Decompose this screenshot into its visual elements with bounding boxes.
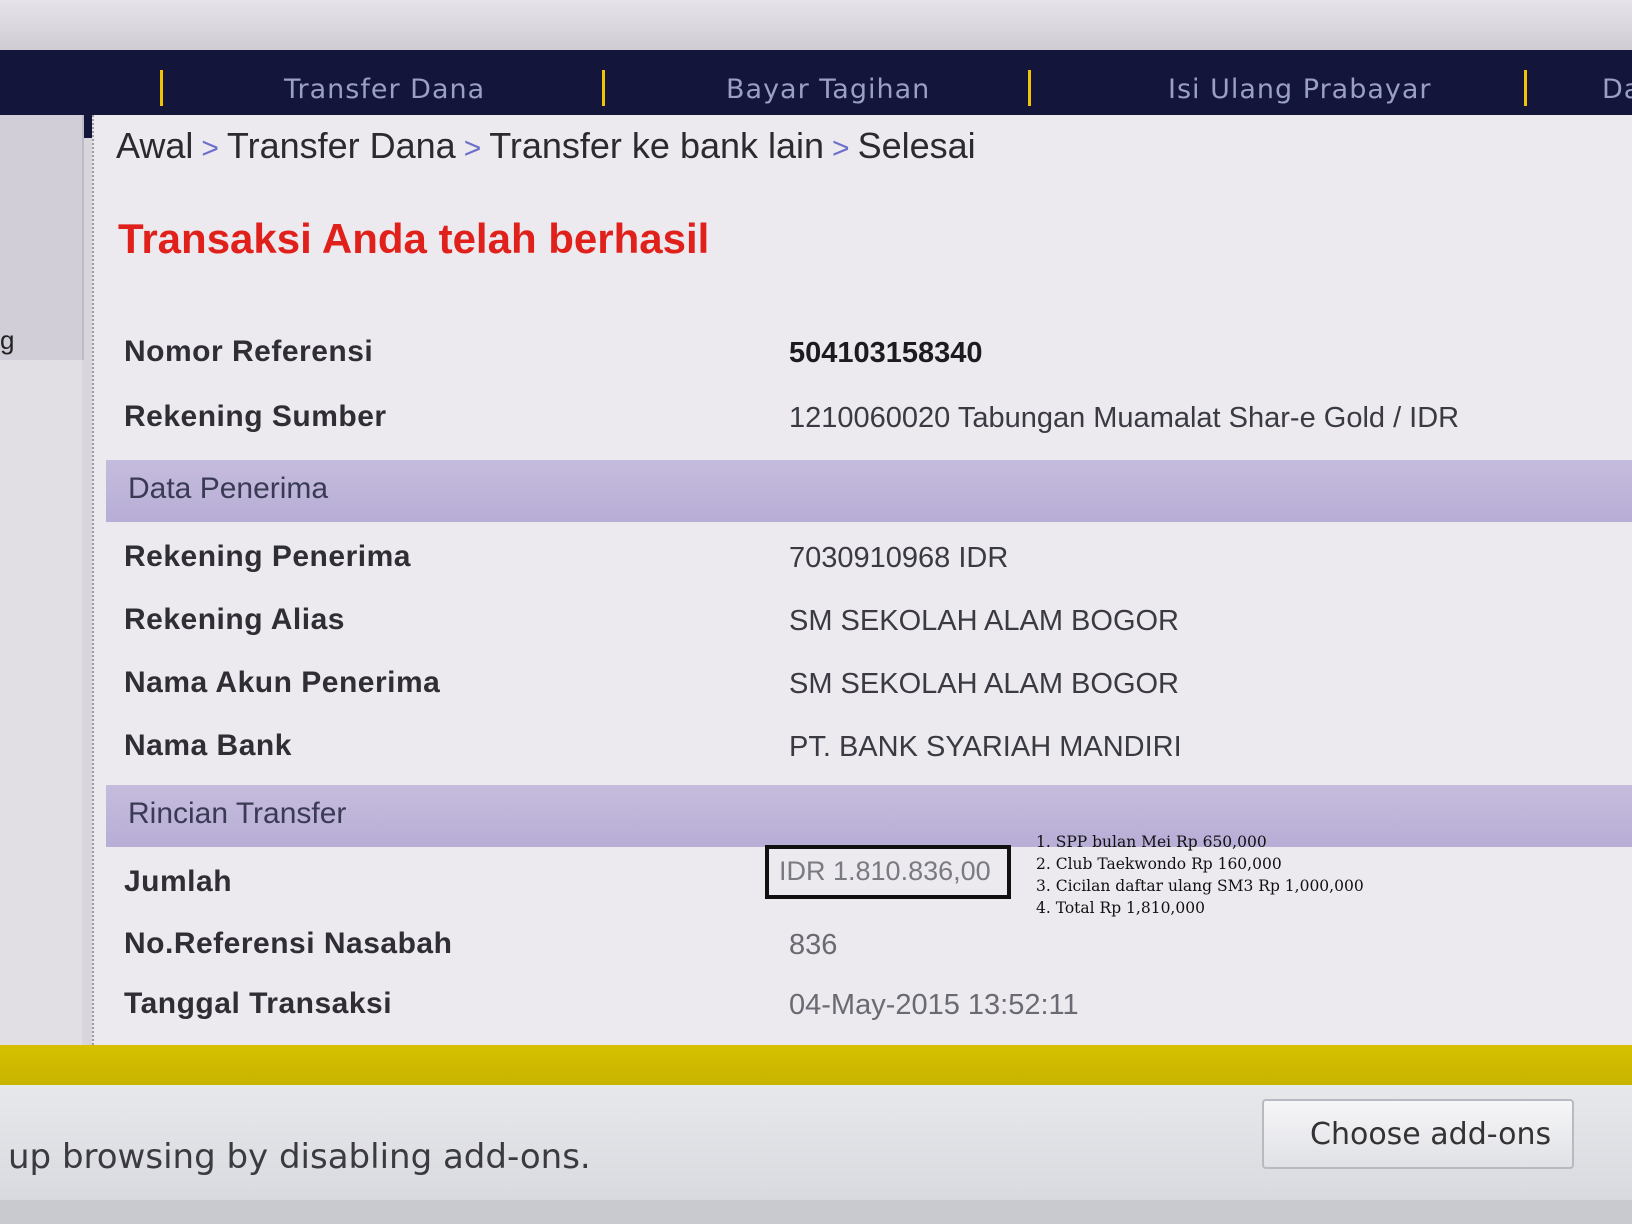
transaction-result-panel: Awal > Transfer Dana > Transfer ke bank lain… [92,115,1632,1045]
choose-addons-button[interactable]: Choose add-ons [1262,1099,1574,1169]
detail-label: Rekening Penerima [124,540,411,573]
breadcrumb-transfer-bank-lain[interactable]: Transfer ke bank lain [489,125,824,166]
breadcrumb-selesai: Selesai [857,125,976,166]
amount-highlight-box: IDR 1.810.836,00 [765,845,1011,899]
detail-value: SM SEKOLAH ALAM BOGOR [789,605,1179,637]
detail-row-nomor-referensi: Nomor Referensi 504103158340 [94,325,1632,385]
detail-value: 1210060020 Tabungan Muamalat Shar-e Gold… [789,402,1460,434]
left-side-panel: g [0,115,84,360]
detail-label: No.Referensi Nasabah [124,927,453,960]
browser-status-strip [0,1200,1632,1224]
nav-separator [602,70,605,106]
detail-row-nama-akun-penerima: Nama Akun Penerima SM SEKOLAH ALAM BOGOR [94,656,1632,716]
nav-item-isi-ulang-prabayar[interactable]: Isi Ulang Prabayar [1168,74,1432,105]
detail-value: 836 [789,929,838,961]
note-line: 1. SPP bulan Mei Rp 650,000 [1036,833,1267,851]
note-line: 4. Total Rp 1,810,000 [1036,899,1205,917]
nav-separator [1028,70,1031,106]
breadcrumb-transfer-dana[interactable]: Transfer Dana [227,125,456,166]
detail-row-rekening-penerima: Rekening Penerima 7030910968 IDR [94,530,1632,590]
note-line: 2. Club Taekwondo Rp 160,000 [1036,855,1282,873]
breadcrumb: Awal > Transfer Dana > Transfer ke bank lain… [116,125,976,167]
detail-value: 04-May-2015 13:52:11 [789,989,1079,1021]
choose-addons-label: Choose add-ons [1310,1117,1552,1152]
nav-item-more[interactable]: Da [1602,74,1632,105]
detail-label: Jumlah [124,865,233,898]
browser-notification-bar: up browsing by disabling add-ons. Choose… [0,1085,1632,1224]
note-line: 3. Cicilan daftar ulang SM3 Rp 1,000,000 [1036,877,1364,895]
detail-row-nama-bank: Nama Bank PT. BANK SYARIAH MANDIRI [94,719,1632,779]
detail-label: Nomor Referensi [124,335,374,368]
section-title: Data Penerima [128,472,329,505]
top-strip [0,0,1632,50]
left-side-filler [0,360,82,1080]
breadcrumb-awal[interactable]: Awal [116,125,193,166]
breadcrumb-separator: > [201,132,219,165]
detail-label: Nama Bank [124,729,292,762]
amount-value: IDR 1.810.836,00 [779,856,991,886]
payment-breakdown-note: 1. SPP bulan Mei Rp 650,000 2. Club Taek… [1036,831,1364,919]
left-panel-glyph: g [0,325,15,355]
breadcrumb-separator: > [463,132,482,165]
section-header-data-penerima: Data Penerima [106,460,1632,522]
detail-label: Nama Akun Penerima [124,666,441,699]
nav-item-transfer-dana[interactable]: Transfer Dana [284,74,485,105]
detail-label: Rekening Alias [124,603,345,636]
footer-accent-bar [0,1045,1632,1085]
detail-row-rekening-sumber: Rekening Sumber 1210060020 Tabungan Muam… [94,390,1632,450]
section-header-rincian-transfer: Rincian Transfer [106,785,1632,847]
notification-message: up browsing by disabling add-ons. [8,1137,591,1177]
breadcrumb-separator: > [832,132,850,165]
detail-value: 504103158340 [789,337,983,369]
detail-value: 7030910968 IDR [789,542,1009,574]
success-message: Transaksi Anda telah berhasil [118,215,710,262]
detail-label: Rekening Sumber [124,400,387,433]
detail-label: Tanggal Transaksi [124,987,393,1020]
detail-row-tanggal-transaksi: Tanggal Transaksi 04-May-2015 13:52:11 [94,977,1632,1037]
detail-value: PT. BANK SYARIAH MANDIRI [789,731,1182,763]
nav-separator [160,70,163,106]
section-title: Rincian Transfer [128,797,347,830]
nav-item-bayar-tagihan[interactable]: Bayar Tagihan [726,74,930,105]
detail-value: SM SEKOLAH ALAM BOGOR [789,668,1179,700]
detail-row-no-referensi-nasabah: No.Referensi Nasabah 836 [94,917,1632,977]
nav-separator [1524,70,1527,106]
detail-row-rekening-alias: Rekening Alias SM SEKOLAH ALAM BOGOR [94,593,1632,653]
